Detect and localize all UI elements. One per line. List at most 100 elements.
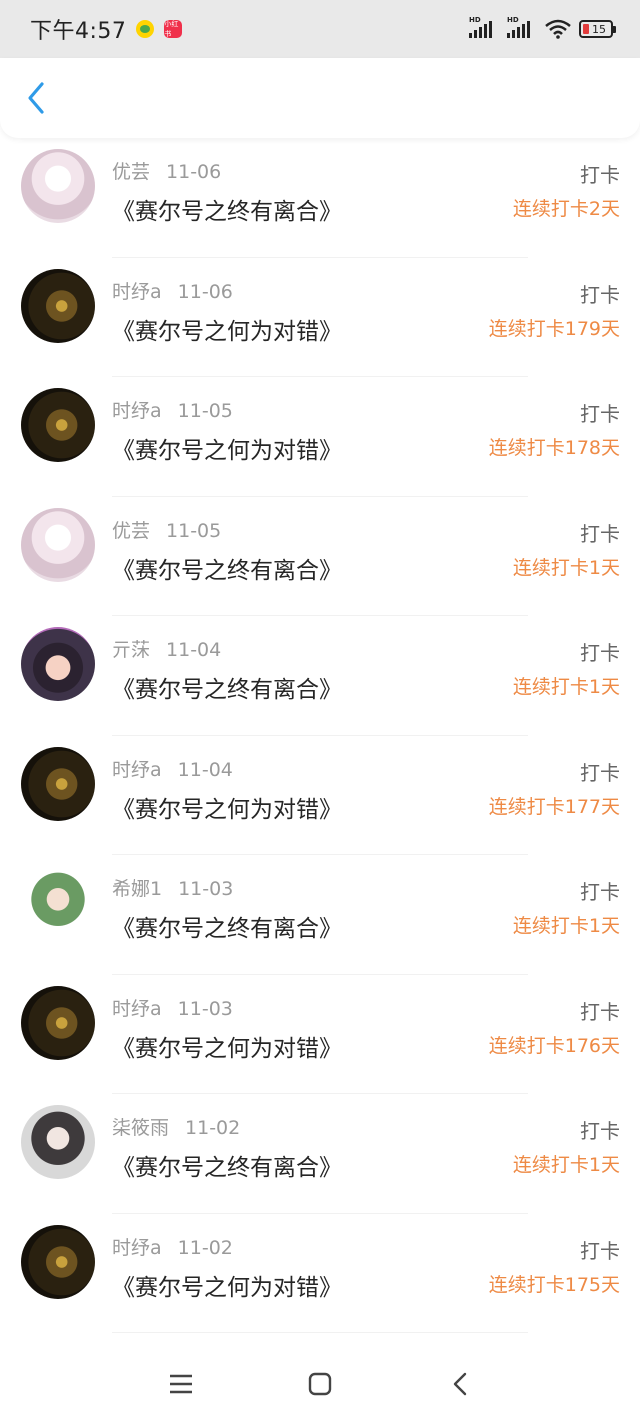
streak-label: 连续打卡1天 <box>512 915 620 937</box>
status-time: 下午4:57 <box>30 19 127 44</box>
action-label: 打卡 <box>580 641 620 665</box>
user-meta: 时纾a 11-02 <box>112 1233 233 1260</box>
streak-label: 连续打卡176天 <box>488 1034 620 1057</box>
avatar[interactable] <box>21 1105 95 1179</box>
avatar[interactable] <box>21 268 95 343</box>
checkin-list: 优芸 11-06 《赛尔号之终有离合》 打卡 连续打卡2天 时纾a 11-06 《赛… <box>0 138 640 1333</box>
record-date: 11-06 <box>177 280 233 303</box>
list-item[interactable]: 亓莯 11-04 《赛尔号之终有离合》 打卡 连续打卡1天 <box>0 616 640 736</box>
home-button[interactable] <box>305 1369 335 1399</box>
user-name[interactable]: 时纾a <box>112 400 162 422</box>
book-title[interactable]: 《赛尔号之何为对错》 <box>112 790 342 824</box>
book-title[interactable]: 《赛尔号之终有离合》 <box>112 551 342 585</box>
chevron-left-icon <box>28 82 44 114</box>
book-title[interactable]: 《赛尔号之何为对错》 <box>112 1029 342 1063</box>
wifi-icon <box>545 19 571 39</box>
user-meta: 希娜1 11-03 <box>112 874 233 901</box>
record-date: 11-04 <box>177 758 233 781</box>
action-label: 打卡 <box>580 1119 620 1143</box>
list-item[interactable]: 时纾a 11-02 《赛尔号之何为对错》 打卡 连续打卡175天 <box>0 1214 640 1333</box>
chat-notification-icon <box>136 20 155 38</box>
user-name[interactable]: 希娜1 <box>112 878 162 900</box>
avatar[interactable] <box>21 149 95 223</box>
record-date: 11-03 <box>178 878 234 900</box>
streak-label: 连续打卡1天 <box>512 1154 620 1176</box>
list-item[interactable]: 柒筱雨 11-02 《赛尔号之终有离合》 打卡 连续打卡1天 <box>0 1094 640 1214</box>
system-back-button[interactable] <box>445 1369 475 1399</box>
avatar[interactable] <box>21 866 95 940</box>
signal-2-icon: HD <box>507 16 537 38</box>
user-name[interactable]: 亓莯 <box>112 639 150 661</box>
home-icon <box>308 1372 332 1396</box>
book-title[interactable]: 《赛尔号之何为对错》 <box>112 431 342 465</box>
list-item[interactable]: 时纾a 11-04 《赛尔号之何为对错》 打卡 连续打卡177天 <box>0 736 640 855</box>
avatar[interactable] <box>21 388 95 462</box>
menu-icon <box>170 1374 192 1394</box>
user-name[interactable]: 柒筱雨 <box>112 1117 169 1139</box>
list-item[interactable]: 优芸 11-05 《赛尔号之终有离合》 打卡 连续打卡1天 <box>0 497 640 616</box>
streak-label: 连续打卡1天 <box>512 556 620 579</box>
action-label: 打卡 <box>580 282 620 307</box>
signal-2-label: HD <box>507 16 519 24</box>
list-item[interactable]: 优芸 11-06 《赛尔号之终有离合》 打卡 连续打卡2天 <box>0 138 640 258</box>
avatar[interactable] <box>21 627 95 701</box>
streak-label: 连续打卡179天 <box>488 317 620 340</box>
list-item[interactable]: 时纾a 11-06 《赛尔号之何为对错》 打卡 连续打卡179天 <box>0 258 640 377</box>
book-title[interactable]: 《赛尔号之终有离合》 <box>112 1148 342 1182</box>
list-item[interactable]: 时纾a 11-03 《赛尔号之何为对错》 打卡 连续打卡176天 <box>0 975 640 1094</box>
user-name[interactable]: 优芸 <box>112 161 150 183</box>
user-name[interactable]: 时纾a <box>112 759 162 781</box>
streak-label: 连续打卡177天 <box>488 795 620 818</box>
back-button[interactable] <box>18 80 54 116</box>
record-date: 11-02 <box>185 1117 241 1139</box>
user-meta: 时纾a 11-05 <box>112 396 233 423</box>
divider <box>112 1332 528 1333</box>
user-meta: 柒筱雨 11-02 <box>112 1113 240 1140</box>
action-label: 打卡 <box>580 760 620 785</box>
record-date: 11-06 <box>166 161 222 183</box>
avatar[interactable] <box>21 507 95 582</box>
book-title[interactable]: 《赛尔号之何为对错》 <box>112 312 342 346</box>
battery-icon: 15 <box>579 20 616 38</box>
book-title[interactable]: 《赛尔号之何为对错》 <box>112 1268 342 1302</box>
avatar[interactable] <box>21 985 95 1060</box>
action-label: 打卡 <box>580 999 620 1024</box>
record-date: 11-05 <box>177 400 233 422</box>
streak-label: 连续打卡1天 <box>512 676 620 698</box>
user-meta: 时纾a 11-03 <box>112 994 233 1021</box>
action-label: 打卡 <box>580 163 620 187</box>
xiaohongshu-notification-icon: 小红书 <box>164 20 183 38</box>
streak-label: 连续打卡2天 <box>512 198 620 220</box>
action-label: 打卡 <box>580 1238 620 1263</box>
book-title[interactable]: 《赛尔号之终有离合》 <box>112 909 342 943</box>
list-item[interactable]: 时纾a 11-05 《赛尔号之何为对错》 打卡 连续打卡178天 <box>0 377 640 497</box>
user-name[interactable]: 时纾a <box>112 281 162 303</box>
user-meta: 亓莯 11-04 <box>112 635 221 662</box>
signal-1-icon: HD <box>469 16 499 38</box>
streak-label: 连续打卡178天 <box>488 437 620 459</box>
book-title[interactable]: 《赛尔号之终有离合》 <box>112 192 342 226</box>
record-date: 11-04 <box>166 639 222 661</box>
battery-level: 15 <box>592 22 606 36</box>
back-icon <box>453 1372 467 1396</box>
status-bar: 下午4:57 小红书 HD HD 15 <box>0 0 640 58</box>
header <box>0 58 640 138</box>
user-meta: 时纾a 11-06 <box>112 277 233 304</box>
user-name[interactable]: 优芸 <box>112 520 150 542</box>
user-meta: 时纾a 11-04 <box>112 755 233 782</box>
list-item[interactable]: 希娜1 11-03 《赛尔号之终有离合》 打卡 连续打卡1天 <box>0 855 640 975</box>
user-meta: 优芸 11-06 <box>112 157 221 184</box>
record-date: 11-05 <box>166 519 222 542</box>
status-indicators: HD HD 15 <box>469 16 616 39</box>
avatar[interactable] <box>21 1224 95 1299</box>
book-title[interactable]: 《赛尔号之终有离合》 <box>112 670 342 704</box>
signal-1-label: HD <box>469 16 481 24</box>
record-date: 11-03 <box>177 997 233 1020</box>
user-name[interactable]: 时纾a <box>112 1237 162 1259</box>
user-meta: 优芸 11-05 <box>112 516 221 543</box>
user-name[interactable]: 时纾a <box>112 998 162 1020</box>
avatar[interactable] <box>21 746 95 821</box>
action-label: 打卡 <box>580 880 620 904</box>
menu-button[interactable] <box>166 1369 196 1399</box>
system-nav-bar <box>0 1345 640 1423</box>
